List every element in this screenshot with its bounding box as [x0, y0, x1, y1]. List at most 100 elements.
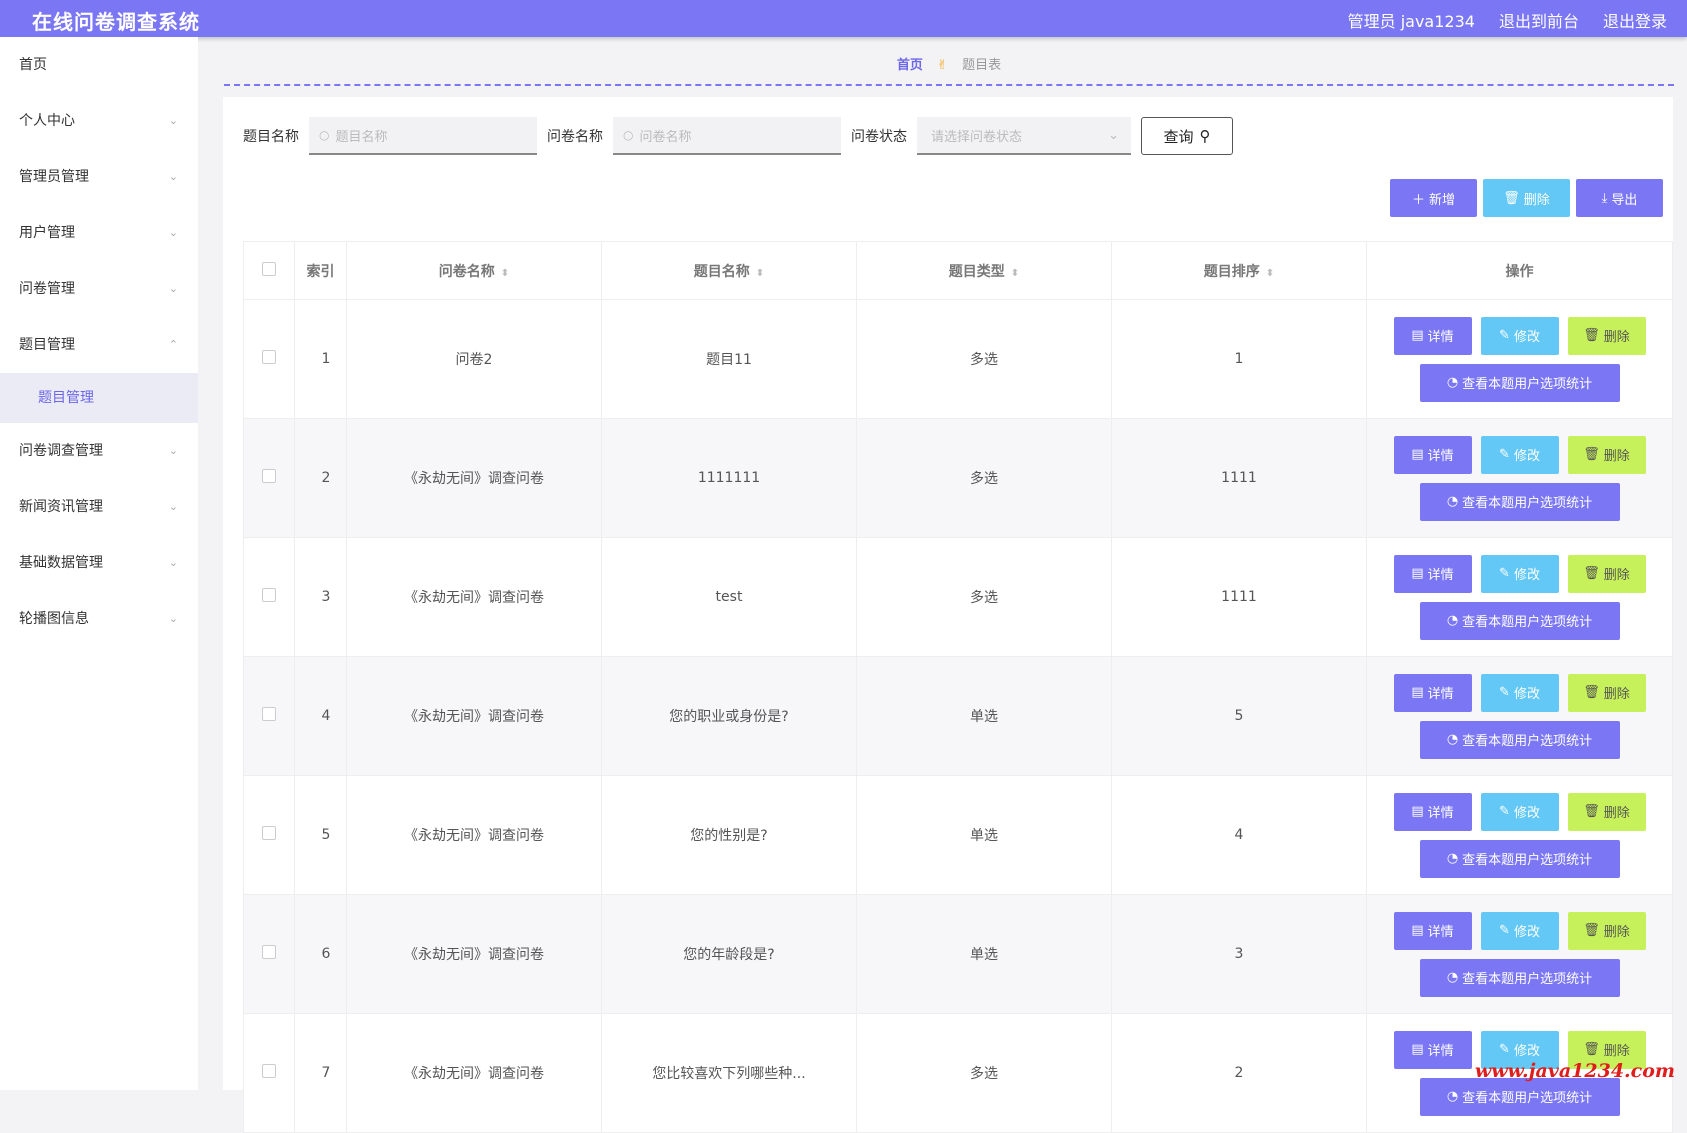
- row-checkbox[interactable]: [262, 826, 276, 840]
- pie-chart-icon: ◔: [1446, 970, 1459, 985]
- stats-button[interactable]: ◔ 查看本题用户选项统计: [1419, 839, 1620, 878]
- row-index: 3: [294, 537, 347, 657]
- search-icon: ○: [623, 128, 634, 142]
- row-select-cell: [243, 418, 295, 538]
- search-icon: ⚲: [1199, 127, 1211, 145]
- app-title: 在线问卷调查系统: [32, 10, 200, 34]
- trash-icon: 🗑: [1583, 566, 1600, 581]
- sidebar-item-items_after-2[interactable]: 基础数据管理 ⌄: [0, 535, 198, 591]
- stats-button[interactable]: ◔ 查看本题用户选项统计: [1419, 1077, 1620, 1116]
- exit-to-front-link[interactable]: 退出到前台: [1499, 8, 1579, 32]
- sidebar-item-label: 首页: [19, 57, 47, 73]
- query-button[interactable]: 查询 ⚲: [1141, 117, 1233, 155]
- delete-button[interactable]: 🗑 删除: [1567, 316, 1646, 355]
- table-row: 2 《永劫无间》调查问卷 1111111 多选 1111 ▤ 详情 ✎ 修改 🗑 删除 ◔ 查看本题用户…: [243, 418, 1673, 538]
- row-checkbox[interactable]: [262, 469, 276, 483]
- delete-button[interactable]: 🗑 删除: [1567, 554, 1646, 593]
- row-survey: 《永劫无间》调查问卷: [346, 1013, 602, 1133]
- breadcrumb-home[interactable]: 首页: [897, 58, 923, 73]
- row-ops: ▤ 详情 ✎ 修改 🗑 删除 ◔ 查看本题用户选项统计: [1366, 775, 1673, 895]
- search-title-label: 题目名称: [243, 129, 299, 145]
- pencil-icon: ✎: [1499, 1042, 1510, 1057]
- sidebar-item-items_after-3[interactable]: 轮播图信息 ⌄: [0, 591, 198, 647]
- select-all-checkbox[interactable]: [262, 261, 276, 276]
- toolbar: ＋新增 🗑 删除 ⤓ 导出: [1390, 179, 1663, 217]
- trash-icon: 🗑: [1583, 804, 1600, 819]
- detail-button[interactable]: ▤ 详情: [1393, 911, 1472, 950]
- edit-button[interactable]: ✎ 修改: [1480, 435, 1559, 474]
- row-index: 4: [294, 656, 347, 776]
- row-title: 题目11: [601, 299, 857, 419]
- status-select[interactable]: 请选择问卷状态 ⌄: [917, 117, 1131, 155]
- col-order[interactable]: 题目排序 ⬍: [1111, 241, 1367, 300]
- detail-button[interactable]: ▤ 详情: [1393, 435, 1472, 474]
- sidebar-item-items-3[interactable]: 用户管理 ⌄: [0, 205, 198, 261]
- sidebar-item-items-5[interactable]: 题目管理 ⌃: [0, 317, 198, 373]
- detail-button[interactable]: ▤ 详情: [1393, 673, 1472, 712]
- chevron-down-icon: ⌄: [1108, 127, 1119, 143]
- add-button[interactable]: ＋新增: [1390, 179, 1477, 217]
- sidebar-item-label: 基础数据管理: [19, 555, 103, 571]
- detail-button[interactable]: ▤ 详情: [1393, 1030, 1472, 1069]
- row-select-cell: [243, 299, 295, 419]
- delete-button[interactable]: 🗑 删除: [1567, 792, 1646, 831]
- edit-button[interactable]: ✎ 修改: [1480, 554, 1559, 593]
- trash-icon: 🗑: [1583, 328, 1600, 343]
- row-order: 2: [1111, 1013, 1367, 1133]
- row-select-cell: [243, 656, 295, 776]
- chevron-icon: ⌄: [168, 556, 178, 569]
- stats-button[interactable]: ◔ 查看本题用户选项统计: [1419, 958, 1620, 997]
- search-title-input[interactable]: ○ 题目名称: [309, 117, 537, 155]
- row-order: 1111: [1111, 537, 1367, 657]
- row-checkbox[interactable]: [262, 945, 276, 959]
- row-order: 1: [1111, 299, 1367, 419]
- sidebar-subitem-question-manage[interactable]: 题目管理: [0, 373, 198, 423]
- edit-button[interactable]: ✎ 修改: [1480, 792, 1559, 831]
- sidebar-item-items-4[interactable]: 问卷管理 ⌄: [0, 261, 198, 317]
- detail-button[interactable]: ▤ 详情: [1393, 316, 1472, 355]
- select-all-cell: [243, 241, 295, 300]
- edit-button[interactable]: ✎ 修改: [1480, 316, 1559, 355]
- sidebar-item-items-2[interactable]: 管理员管理 ⌄: [0, 149, 198, 205]
- row-index: 5: [294, 775, 347, 895]
- chevron-icon: ⌄: [168, 444, 178, 457]
- row-type: 单选: [856, 775, 1112, 895]
- delete-button[interactable]: 🗑 删除: [1567, 673, 1646, 712]
- chevron-icon: ⌄: [168, 500, 178, 513]
- edit-button[interactable]: ✎ 修改: [1480, 911, 1559, 950]
- sidebar-item-items-0[interactable]: 首页: [0, 37, 198, 93]
- logout-link[interactable]: 退出登录: [1603, 8, 1667, 32]
- hand-icon: ✌: [937, 58, 948, 73]
- detail-button[interactable]: ▤ 详情: [1393, 554, 1472, 593]
- search-survey-input[interactable]: ○ 问卷名称: [613, 117, 841, 155]
- delete-button[interactable]: 🗑 删除: [1567, 435, 1646, 474]
- col-type[interactable]: 题目类型 ⬍: [856, 241, 1112, 300]
- delete-button[interactable]: 🗑 删除: [1567, 911, 1646, 950]
- row-ops: ▤ 详情 ✎ 修改 🗑 删除 ◔ 查看本题用户选项统计: [1366, 299, 1673, 419]
- sidebar-item-items_after-1[interactable]: 新闻资讯管理 ⌄: [0, 479, 198, 535]
- question-table: 索引 问卷名称 ⬍ 题目名称 ⬍ 题目类型 ⬍ 题目排序 ⬍ 操作 1 问卷2 题目11 多选…: [243, 241, 1673, 1133]
- row-select-cell: [243, 894, 295, 1014]
- chevron-icon: ⌄: [168, 114, 178, 127]
- sidebar-item-label: 问卷调查管理: [19, 443, 103, 459]
- stats-button[interactable]: ◔ 查看本题用户选项统计: [1419, 720, 1620, 759]
- edit-button[interactable]: ✎ 修改: [1480, 673, 1559, 712]
- detail-button[interactable]: ▤ 详情: [1393, 792, 1472, 831]
- sidebar-item-items-1[interactable]: 个人中心 ⌄: [0, 93, 198, 149]
- row-checkbox[interactable]: [262, 707, 276, 721]
- row-checkbox[interactable]: [262, 588, 276, 602]
- stats-button[interactable]: ◔ 查看本题用户选项统计: [1419, 363, 1620, 402]
- admin-name: 管理员 java1234: [1347, 12, 1475, 31]
- col-title[interactable]: 题目名称 ⬍: [601, 241, 857, 300]
- pie-chart-icon: ◔: [1446, 1089, 1459, 1104]
- batch-delete-button[interactable]: 🗑 删除: [1483, 179, 1570, 217]
- col-survey[interactable]: 问卷名称 ⬍: [346, 241, 602, 300]
- sidebar-item-items_after-0[interactable]: 问卷调查管理 ⌄: [0, 423, 198, 479]
- row-checkbox[interactable]: [262, 350, 276, 364]
- stats-button[interactable]: ◔ 查看本题用户选项统计: [1419, 601, 1620, 640]
- sort-icon: ⬍: [1010, 267, 1020, 279]
- stats-button[interactable]: ◔ 查看本题用户选项统计: [1419, 482, 1620, 521]
- row-checkbox[interactable]: [262, 1064, 276, 1078]
- export-button[interactable]: ⤓ 导出: [1576, 179, 1663, 217]
- row-title: 1111111: [601, 418, 857, 538]
